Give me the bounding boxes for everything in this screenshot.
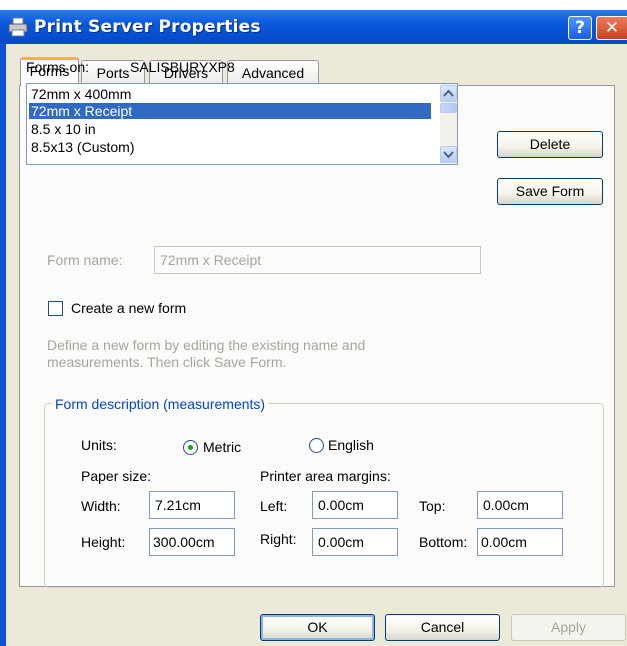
height-field[interactable]: 300.00cm [149,528,235,556]
height-label: Height: [81,534,126,550]
paper-size-label: Paper size: [81,468,152,484]
english-label[interactable]: English [328,437,374,453]
apply-button[interactable]: Apply [511,614,626,641]
list-scrollbar[interactable] [440,84,457,164]
width-field[interactable]: 7.21cm [149,491,235,519]
window-title: Print Server Properties [34,17,261,37]
server-name: SALISBURYXP8 [130,59,235,75]
tab-advanced[interactable]: Advanced [227,60,319,84]
forms-listbox[interactable]: 72mm x 400mm 72mm x Receipt 8.5 x 10 in … [26,83,458,165]
metric-radio[interactable] [183,440,198,455]
top-margin-field[interactable]: 0.00cm [477,491,563,519]
create-new-form-checkbox[interactable] [48,301,63,316]
list-item[interactable]: 72mm x 400mm [29,86,431,102]
create-new-form-label[interactable]: Create a new form [71,300,186,316]
width-label: Width: [81,498,121,514]
bottom-margin-field[interactable]: 0.00cm [477,528,563,556]
english-radio[interactable] [309,438,324,453]
close-button[interactable]: ✕ [596,16,627,40]
forms-on-label: Forms on: [26,59,90,75]
radio-selected-dot [188,445,193,450]
group-title: Form description (measurements) [52,396,269,412]
help-button[interactable]: ? [568,16,592,40]
save-form-button[interactable]: Save Form [497,178,603,205]
list-item[interactable]: 8.5x13 (Custom) [29,139,431,155]
form-name-field[interactable]: 72mm x Receipt [154,246,481,274]
scroll-thumb[interactable] [440,103,457,113]
list-item-selected[interactable]: 72mm x Receipt [29,103,431,119]
bottom-label: Bottom: [419,534,468,550]
scroll-down-button[interactable] [440,146,457,163]
chevron-down-icon [443,151,454,159]
metric-label[interactable]: Metric [203,439,241,455]
right-margin-field[interactable]: 0.00cm [312,528,398,556]
margins-label: Printer area margins: [260,468,391,484]
scroll-up-button[interactable] [440,85,457,102]
printer-icon [8,17,28,37]
cancel-button[interactable]: Cancel [385,614,500,641]
top-label: Top: [419,498,446,514]
left-margin-field[interactable]: 0.00cm [312,491,398,519]
right-label: Right: [260,531,297,547]
chevron-up-icon [443,89,454,97]
ok-button[interactable]: OK [260,614,375,641]
form-name-label: Form name: [47,252,123,268]
title-bar[interactable]: Print Server Properties ? ✕ [0,10,627,44]
left-label: Left: [260,498,288,514]
hint-text-line2: measurements. Then click Save Form. [47,354,287,370]
delete-button[interactable]: Delete [497,131,603,158]
units-label: Units: [81,437,117,453]
hint-text-line1: Define a new form by editing the existin… [47,337,366,353]
list-item[interactable]: 8.5 x 10 in [29,121,431,137]
